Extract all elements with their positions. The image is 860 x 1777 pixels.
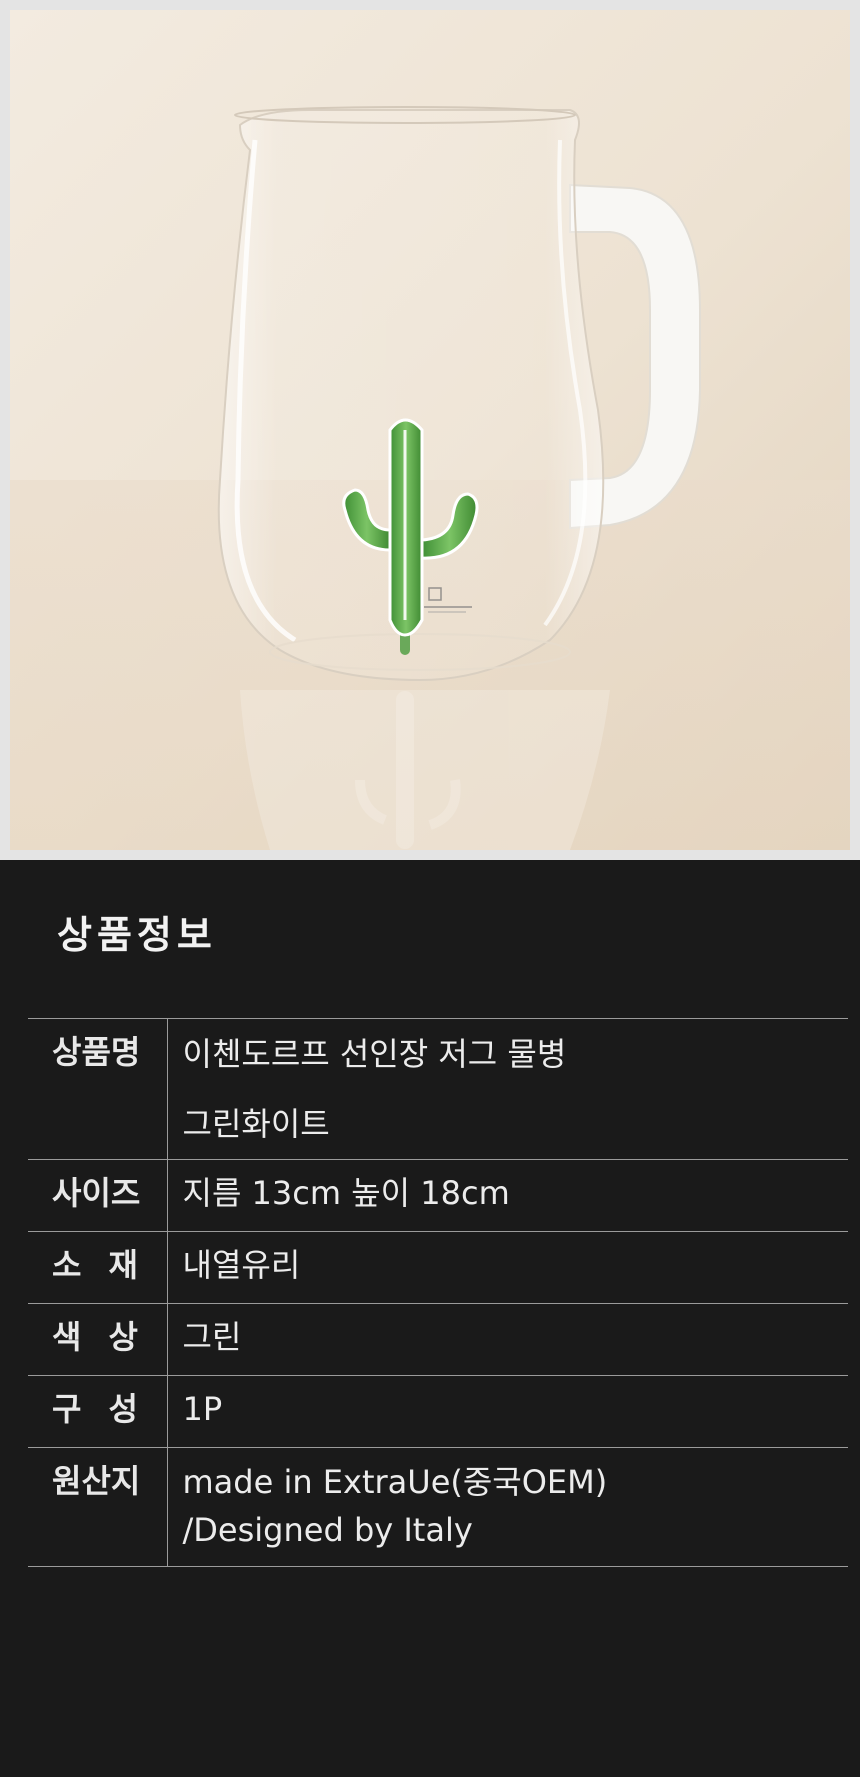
row-label: 상품명 xyxy=(28,1018,168,1160)
row-value: 1P xyxy=(167,1375,848,1448)
table-row: 구성 1P xyxy=(28,1375,848,1448)
product-info-section: 상품정보 상품명 이첸도르프 선인장 저그 물병 그린화이트 사이즈 지름 13… xyxy=(0,860,860,1777)
row-label: 원산지 xyxy=(28,1447,168,1567)
row-value: 지름 13cm 높이 18cm xyxy=(167,1159,848,1232)
table-row: 사이즈 지름 13cm 높이 18cm xyxy=(28,1159,848,1232)
row-label: 소재 xyxy=(28,1231,168,1304)
spec-table: 상품명 이첸도르프 선인장 저그 물병 그린화이트 사이즈 지름 13cm 높이… xyxy=(28,1018,848,1567)
table-row: 상품명 이첸도르프 선인장 저그 물병 그린화이트 xyxy=(28,1018,848,1160)
row-value: 이첸도르프 선인장 저그 물병 그린화이트 xyxy=(167,1018,848,1160)
table-row: 소재 내열유리 xyxy=(28,1231,848,1304)
reflection xyxy=(240,690,610,850)
value-line: /Designed by Italy xyxy=(182,1511,473,1549)
product-photo xyxy=(10,10,850,850)
row-value: 그린 xyxy=(167,1303,848,1376)
pitcher-illustration xyxy=(10,10,850,850)
product-photo-frame xyxy=(0,0,860,860)
table-row: 원산지 made in ExtraUe(중국OEM) /Designed by … xyxy=(28,1447,848,1567)
value-line: 이첸도르프 선인장 저그 물병 xyxy=(182,1035,567,1073)
value-line: 그린화이트 xyxy=(182,1105,330,1143)
table-row: 색상 그린 xyxy=(28,1303,848,1376)
value-line: made in ExtraUe(중국OEM) xyxy=(182,1463,608,1501)
row-value: made in ExtraUe(중국OEM) /Designed by Ital… xyxy=(167,1447,848,1567)
row-label: 구성 xyxy=(28,1375,168,1448)
row-value: 내열유리 xyxy=(167,1231,848,1304)
row-label: 사이즈 xyxy=(28,1159,168,1232)
row-label: 색상 xyxy=(28,1303,168,1376)
section-title: 상품정보 xyxy=(57,913,217,957)
